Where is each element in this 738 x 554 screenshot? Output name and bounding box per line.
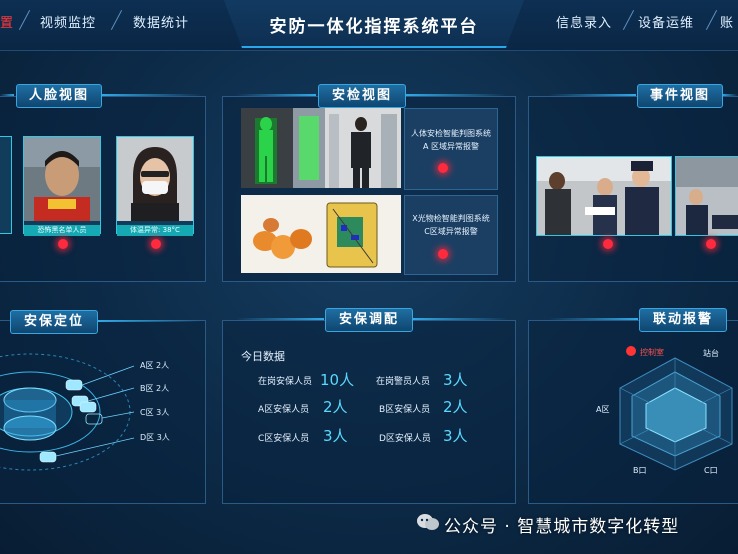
control-room-icon bbox=[626, 346, 636, 356]
stat-value: 3人 bbox=[443, 427, 468, 445]
alarm-radar-chart bbox=[619, 357, 733, 471]
title-line bbox=[0, 94, 14, 96]
stat-label: D区安保人员 bbox=[379, 434, 431, 444]
face-card[interactable]: 恐怖黑名单人员 bbox=[23, 136, 101, 236]
watermark-text: 公众号 · 智慧城市数字化转型 bbox=[444, 517, 680, 537]
stat-value: 2人 bbox=[323, 398, 348, 416]
alarm-indicator bbox=[151, 239, 161, 249]
event-card[interactable] bbox=[675, 156, 738, 236]
face-caption: 体温异常: 38°C bbox=[117, 225, 193, 236]
stat-label: A区安保人员 bbox=[258, 405, 310, 415]
face-caption: 恐怖黑名单人员 bbox=[24, 225, 100, 236]
title-line bbox=[236, 318, 324, 320]
alert-message: C区域异常报警 bbox=[424, 227, 478, 236]
stat-label: C区安保人员 bbox=[258, 434, 310, 444]
face-card[interactable] bbox=[0, 136, 12, 234]
stat-label: 在岗警员人员 bbox=[376, 377, 431, 387]
stat-label: B区安保人员 bbox=[379, 405, 431, 415]
title-line bbox=[406, 94, 506, 96]
alert-system-name: 人体安检智能判图系统 bbox=[411, 129, 491, 138]
stat-value: 3人 bbox=[443, 371, 468, 389]
alarm-indicator bbox=[58, 239, 68, 249]
wechat-icon bbox=[417, 514, 439, 530]
zone-label: D区 3人 bbox=[140, 433, 170, 442]
stat-value: 3人 bbox=[323, 427, 348, 445]
zone-label: B区 2人 bbox=[140, 384, 170, 393]
alarm-title: 联动报警 bbox=[639, 308, 727, 332]
face-photo bbox=[117, 137, 193, 221]
alarm-indicator bbox=[706, 239, 716, 249]
event-view-title: 事件视图 bbox=[637, 84, 723, 108]
positioning-title: 安保定位 bbox=[10, 310, 98, 334]
event-card[interactable] bbox=[536, 156, 672, 236]
face-photo bbox=[24, 137, 100, 221]
event-photo bbox=[537, 157, 671, 235]
title-line bbox=[722, 94, 738, 96]
body-scan-image[interactable] bbox=[241, 108, 401, 188]
alert-message: A 区域异常报警 bbox=[422, 142, 479, 151]
nav-item-settings[interactable]: 置 bbox=[0, 12, 14, 31]
xray-image[interactable] bbox=[241, 195, 401, 273]
nav-item-data-statistics[interactable]: 数据统计 bbox=[133, 12, 189, 31]
alert-system-name: X光物检智能判图系统 bbox=[412, 214, 490, 223]
alarm-indicator bbox=[438, 249, 448, 259]
positioning-map bbox=[0, 353, 135, 471]
title-line bbox=[413, 318, 508, 320]
stat-value: 10人 bbox=[320, 371, 355, 389]
title-line bbox=[236, 94, 316, 96]
nav-item-account[interactable]: 账 bbox=[720, 12, 734, 31]
page-title: 安防一体化指挥系统平台 bbox=[269, 17, 479, 37]
alarm-indicator bbox=[603, 239, 613, 249]
nav-item-video-monitoring[interactable]: 视频监控 bbox=[40, 12, 96, 31]
title-line bbox=[548, 318, 638, 320]
zone-label: A区 2人 bbox=[140, 361, 170, 370]
zone-label: C区 3人 bbox=[140, 408, 170, 417]
alert-box: X光物检智能判图系统 C区域异常报警 bbox=[404, 195, 498, 275]
nav-item-device-maintenance[interactable]: 设备运维 bbox=[638, 12, 694, 31]
face-view-title: 人脸视图 bbox=[16, 84, 102, 108]
stat-value: 2人 bbox=[443, 398, 468, 416]
security-check-title: 安检视图 bbox=[318, 84, 406, 108]
alert-box: 人体安检智能判图系统 A 区域异常报警 bbox=[404, 108, 498, 190]
event-photo bbox=[676, 157, 738, 235]
title-line bbox=[102, 94, 202, 96]
title-line bbox=[98, 320, 202, 322]
radar-label-left: A区 bbox=[596, 405, 610, 414]
today-data-label: 今日数据 bbox=[241, 350, 285, 363]
title-line bbox=[548, 94, 636, 96]
face-card[interactable]: 体温异常: 38°C bbox=[116, 136, 194, 236]
nav-item-info-entry[interactable]: 信息录入 bbox=[556, 12, 612, 31]
dispatch-title: 安保调配 bbox=[325, 308, 413, 332]
stat-label: 在岗安保人员 bbox=[258, 377, 313, 387]
alarm-indicator bbox=[438, 163, 448, 173]
